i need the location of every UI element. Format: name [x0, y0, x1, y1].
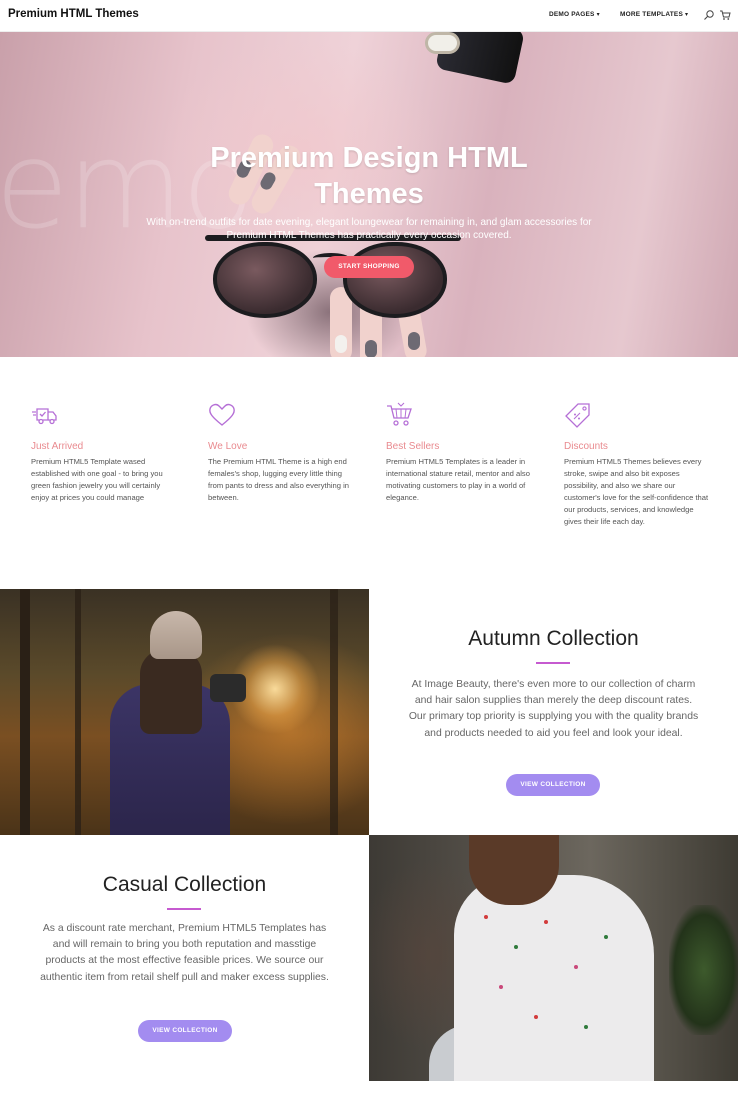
- delivery-truck-icon: [32, 408, 57, 425]
- nav-menu-demo-pages[interactable]: DEMO PAGES ▾: [549, 11, 600, 18]
- heart-icon: [209, 403, 235, 426]
- hero-nail: [335, 335, 347, 353]
- casual-collection-title: Casual Collection: [102, 873, 267, 896]
- blouse-pattern-dot: [499, 985, 503, 989]
- nav-menu-label: DEMO PAGES: [549, 11, 595, 18]
- autumn-collection-section: Autumn Collection At Image Beauty, there…: [369, 589, 738, 835]
- feature-text: Premium HTML5 Template wased established…: [31, 457, 163, 502]
- glasses-lens-left: [213, 242, 317, 318]
- autumn-collection-body: At Image Beauty, there's even more to ou…: [408, 679, 699, 739]
- feature-just-arrived: Just Arrived Premium HTML5 Template wase…: [31, 402, 179, 504]
- feature-best-sellers: Best Sellers Premium HTML5 Templates is …: [386, 402, 534, 504]
- shopping-cart-icon: [387, 402, 412, 426]
- view-casual-collection-button[interactable]: VIEW COLLECTION: [138, 1020, 232, 1042]
- casual-collection-section: Casual Collection As a discount rate mer…: [0, 835, 369, 1081]
- title-divider: [167, 908, 201, 910]
- feature-title: Best Sellers: [386, 441, 440, 452]
- blouse-pattern-dot: [574, 965, 578, 969]
- person-beanie: [150, 611, 202, 659]
- feature-discounts: Discounts Premium HTML5 Themes believes …: [564, 402, 712, 527]
- glasses-lens-right: [343, 242, 447, 318]
- feature-we-love: We Love The Premium HTML Theme is a high…: [208, 402, 356, 504]
- casual-collection-body: As a discount rate merchant, Premium HTM…: [40, 923, 329, 983]
- plant: [669, 905, 738, 1035]
- feature-title: Discounts: [564, 441, 608, 452]
- blouse-pattern-dot: [484, 915, 488, 919]
- caret-down-icon: ▾: [685, 12, 689, 18]
- nav-menu-label: MORE TEMPLATES: [620, 11, 683, 18]
- tree-trunk: [75, 589, 81, 835]
- feature-title: We Love: [208, 441, 248, 452]
- tree-trunk: [330, 589, 338, 835]
- autumn-collection-image: [0, 589, 369, 835]
- top-navbar: Premium HTML Themes DEMO PAGES ▾ MORE TE…: [0, 0, 738, 32]
- feature-title: Just Arrived: [31, 441, 84, 452]
- blouse-pattern-dot: [584, 1025, 588, 1029]
- title-divider: [536, 662, 570, 664]
- blouse-pattern-dot: [544, 920, 548, 924]
- feature-text: Premium HTML5 Themes believes every stro…: [564, 457, 709, 526]
- person-hair: [469, 835, 559, 905]
- price-tag-icon: [565, 403, 590, 428]
- cart-icon[interactable]: [719, 9, 731, 21]
- hero-nail: [365, 340, 377, 357]
- person-blouse: [454, 875, 654, 1081]
- site-brand[interactable]: Premium HTML Themes: [8, 8, 139, 20]
- hero-nail: [408, 332, 420, 350]
- feature-text: The Premium HTML Theme is a high end fem…: [208, 457, 349, 502]
- person-hair: [140, 649, 202, 734]
- hero-banner: emo Premium Design HTML Themes With on-t…: [0, 32, 738, 357]
- feature-text: Premium HTML5 Templates is a leader in i…: [386, 457, 530, 502]
- hero-title-line1: Premium Design HTML: [210, 142, 528, 174]
- hero-subtitle: With on-trend outfits for date evening, …: [146, 217, 592, 241]
- autumn-collection-title: Autumn Collection: [468, 627, 639, 650]
- search-icon[interactable]: [703, 9, 715, 21]
- casual-collection-image: [369, 835, 738, 1081]
- caret-down-icon: ▾: [596, 12, 600, 18]
- view-autumn-collection-button[interactable]: VIEW COLLECTION: [506, 774, 600, 796]
- camera: [210, 674, 246, 702]
- nav-menu-more-templates[interactable]: MORE TEMPLATES ▾: [620, 11, 688, 18]
- start-shopping-button[interactable]: START SHOPPING: [324, 256, 414, 278]
- tree-trunk: [20, 589, 30, 835]
- hero-title-line2: Themes: [314, 178, 424, 210]
- blouse-pattern-dot: [534, 1015, 538, 1019]
- hero-watch-face: [425, 32, 460, 54]
- hero-title: Premium Design HTML Themes: [0, 140, 738, 212]
- blouse-pattern-dot: [514, 945, 518, 949]
- blouse-pattern-dot: [604, 935, 608, 939]
